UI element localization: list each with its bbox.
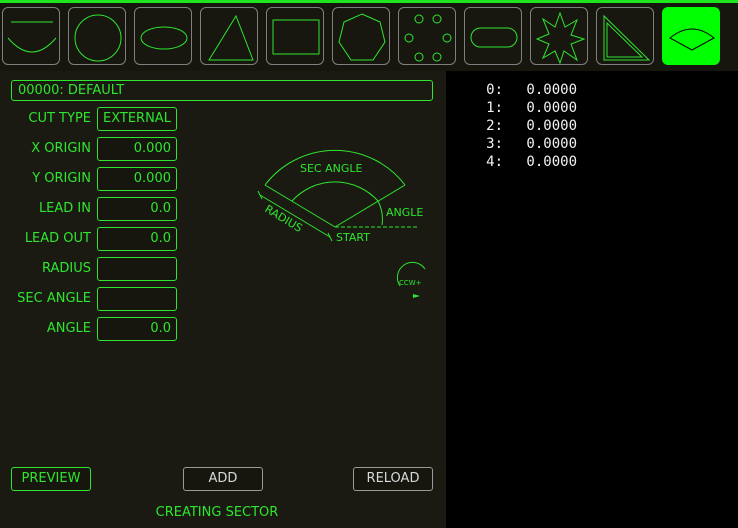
shape-button-circle[interactable] xyxy=(68,7,126,65)
circle-icon xyxy=(74,14,122,62)
y-origin-input[interactable]: 0.000 xyxy=(97,167,177,191)
shape-button-arc[interactable] xyxy=(2,7,60,65)
diagram-sec-angle-text: SEC ANGLE xyxy=(300,162,363,175)
sector-form-panel: 00000: DEFAULT CUT TYPE EXTERNAL X ORIGI… xyxy=(0,71,446,528)
rectangle-icon xyxy=(272,19,320,55)
sector-diagram: SEC ANGLE ANGLE RADIUS START CCW+ xyxy=(250,141,440,301)
right-triangle-icon xyxy=(603,14,651,61)
diagram-angle-text: ANGLE xyxy=(386,206,423,219)
lead-in-label: LEAD IN xyxy=(38,201,91,216)
lead-out-label: LEAD OUT xyxy=(24,231,91,246)
list-item[interactable]: 3: 0.0000 xyxy=(468,135,577,153)
x-origin-input[interactable]: 0.000 xyxy=(97,137,177,161)
triangle-icon xyxy=(208,14,254,61)
x-origin-label: X ORIGIN xyxy=(31,141,91,156)
angle-input[interactable]: 0.0 xyxy=(97,317,177,341)
list-item[interactable]: 1: 0.0000 xyxy=(468,99,577,117)
shape-button-sector[interactable] xyxy=(662,7,720,65)
add-button[interactable]: ADD xyxy=(183,467,263,491)
shape-button-right-triangle[interactable] xyxy=(596,7,654,65)
diagram-radius-text: RADIUS xyxy=(262,202,304,235)
sec-angle-input[interactable] xyxy=(97,287,177,311)
ellipse-icon xyxy=(140,26,188,50)
diagram-start-text: START xyxy=(336,231,370,244)
list-item[interactable]: 2: 0.0000 xyxy=(468,117,577,135)
list-item[interactable]: 0: 0.0000 xyxy=(468,81,577,99)
star-icon xyxy=(535,11,586,65)
gcode-list-panel[interactable]: 0: 0.0000 1: 0.0000 2: 0.0000 3: 0.0000 4: 0.… xyxy=(446,71,738,528)
angle-label: ANGLE xyxy=(46,321,91,336)
radius-label: RADIUS xyxy=(41,261,91,276)
gcode-list: 0: 0.0000 1: 0.0000 2: 0.0000 3: 0.0000 4: 0.… xyxy=(468,81,577,171)
cut-type-label: CUT TYPE xyxy=(28,111,91,126)
shape-button-slot[interactable] xyxy=(464,7,522,65)
lead-out-input[interactable]: 0.0 xyxy=(97,227,177,251)
shape-button-bolt-circle[interactable] xyxy=(398,7,456,65)
conversation-name-field[interactable]: 00000: DEFAULT xyxy=(11,80,433,101)
shape-toolbar xyxy=(0,3,738,71)
shape-button-ellipse[interactable] xyxy=(134,7,192,65)
shape-button-rectangle[interactable] xyxy=(266,7,324,65)
ccw-direction-text: CCW+ xyxy=(399,279,422,287)
arc-bowl-icon xyxy=(7,21,57,53)
cut-type-button[interactable]: EXTERNAL xyxy=(97,107,177,131)
sector-icon xyxy=(669,28,715,51)
shape-button-star[interactable] xyxy=(530,7,588,65)
polygon-icon xyxy=(338,13,386,61)
list-item[interactable]: 4: 0.0000 xyxy=(468,153,577,171)
reload-button[interactable]: RELOAD xyxy=(353,467,433,491)
bolt-circle-icon xyxy=(404,14,452,62)
y-origin-label: Y ORIGIN xyxy=(32,171,91,186)
shape-button-polygon[interactable] xyxy=(332,7,390,65)
sec-angle-label: SEC ANGLE xyxy=(17,291,91,306)
lead-in-input[interactable]: 0.0 xyxy=(97,197,177,221)
radius-input[interactable] xyxy=(97,257,177,281)
slot-icon xyxy=(470,27,518,48)
shape-button-triangle[interactable] xyxy=(200,7,258,65)
preview-button[interactable]: PREVIEW xyxy=(11,467,91,491)
status-text: CREATING SECTOR xyxy=(155,505,279,520)
